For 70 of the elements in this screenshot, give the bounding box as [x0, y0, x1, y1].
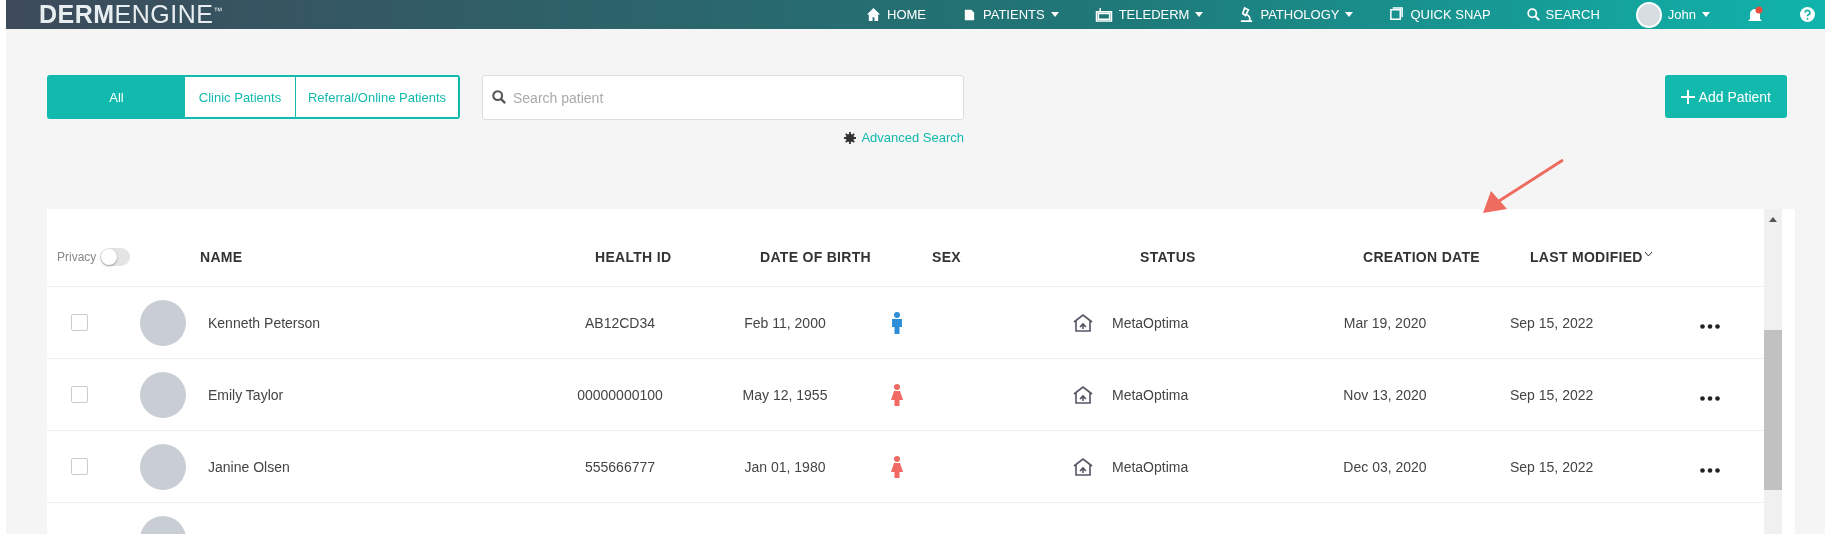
scrollbar[interactable] — [1764, 209, 1782, 534]
privacy-label: Privacy — [57, 250, 97, 264]
avatar-placeholder — [140, 371, 186, 418]
user-menu[interactable]: John — [1635, 1, 1710, 28]
table-cell: Jan 01, 1980 — [744, 458, 826, 475]
column-header[interactable]: SEX — [932, 249, 961, 265]
table-cell: MetaOptima — [1112, 386, 1189, 403]
table-cell: Nov 13, 2020 — [1343, 386, 1427, 403]
search-field[interactable]: Search patient — [482, 75, 964, 120]
row-checkbox[interactable] — [71, 314, 88, 331]
nav-link[interactable]: TELEDERM — [1094, 7, 1204, 22]
search-icon — [492, 90, 506, 104]
patient-name[interactable]: Kenneth Peterson — [208, 314, 321, 331]
gear-icon — [844, 131, 857, 144]
house-icon — [1072, 384, 1094, 405]
column-header[interactable]: STATUS — [1140, 249, 1196, 265]
patient-name[interactable]: Emily Taylor — [208, 386, 284, 403]
caret-icon — [1195, 12, 1204, 17]
table-cell: Feb 11, 2000 — [744, 314, 826, 331]
notes-icon — [1389, 7, 1405, 22]
column-header[interactable]: CREATION DATE — [1363, 249, 1480, 265]
table-cell: Sep 15, 2022 — [1510, 386, 1594, 403]
logo: DERMENGINE$^{™}$ — [39, 0, 223, 29]
search-icon — [1526, 8, 1540, 21]
privacy-toggle[interactable] — [100, 248, 130, 266]
caret-icon — [1050, 12, 1059, 17]
row-checkbox[interactable] — [71, 386, 88, 403]
home-icon — [866, 7, 881, 22]
patient-name[interactable]: Janine Olsen — [208, 458, 290, 475]
caret-icon — [1345, 12, 1354, 17]
plus-icon — [1680, 89, 1695, 104]
column-header[interactable]: DATE OF BIRTH — [760, 249, 871, 265]
caret-icon — [1702, 12, 1710, 17]
male-figure-icon — [890, 311, 904, 334]
ellipsis-icon — [1700, 395, 1720, 401]
column-header[interactable]: NAME — [200, 249, 243, 265]
help-icon[interactable] — [1800, 7, 1815, 22]
folder-icon — [962, 7, 977, 22]
table-cell: MetaOptima — [1112, 314, 1189, 331]
house-icon — [1072, 456, 1094, 477]
table-cell: Sep 15, 2022 — [1510, 314, 1594, 331]
ellipsis-icon — [1700, 467, 1720, 473]
bell-icon[interactable] — [1746, 5, 1764, 24]
table-cell: 555666777 — [584, 458, 656, 475]
monitor-icon — [1094, 7, 1113, 22]
table-cell: 00000000100 — [577, 386, 663, 403]
sort-caret-icon — [1644, 251, 1652, 257]
nav-link[interactable]: SEARCH — [1526, 7, 1600, 22]
row-checkbox[interactable] — [71, 458, 88, 475]
table-cell: Mar 19, 2020 — [1343, 314, 1427, 331]
nav-link[interactable]: PATIENTS — [962, 7, 1059, 22]
column-header[interactable]: HEALTH ID — [595, 249, 672, 265]
table-cell: MetaOptima — [1112, 458, 1189, 475]
avatar-placeholder — [140, 443, 186, 490]
microscope-icon — [1239, 7, 1255, 22]
scroll-up-icon — [1769, 217, 1777, 222]
avatar-placeholder — [140, 299, 186, 346]
table-cell: Sep 15, 2022 — [1510, 458, 1594, 475]
table-cell: May 12, 1955 — [742, 386, 828, 403]
female-figure-icon — [890, 383, 904, 406]
table-cell: AB12CD34 — [584, 314, 655, 331]
user-avatar — [1635, 1, 1662, 28]
table-cell: Dec 03, 2020 — [1343, 458, 1427, 475]
ellipsis-icon — [1700, 323, 1720, 329]
female-figure-icon — [890, 455, 904, 478]
nav-link[interactable]: QUICK SNAP — [1389, 7, 1491, 22]
nav-link[interactable]: PATHOLOGY — [1239, 7, 1354, 22]
nav-link[interactable]: HOME — [866, 7, 926, 22]
column-header[interactable]: LAST MODIFIED — [1530, 249, 1643, 265]
house-icon — [1072, 312, 1094, 333]
